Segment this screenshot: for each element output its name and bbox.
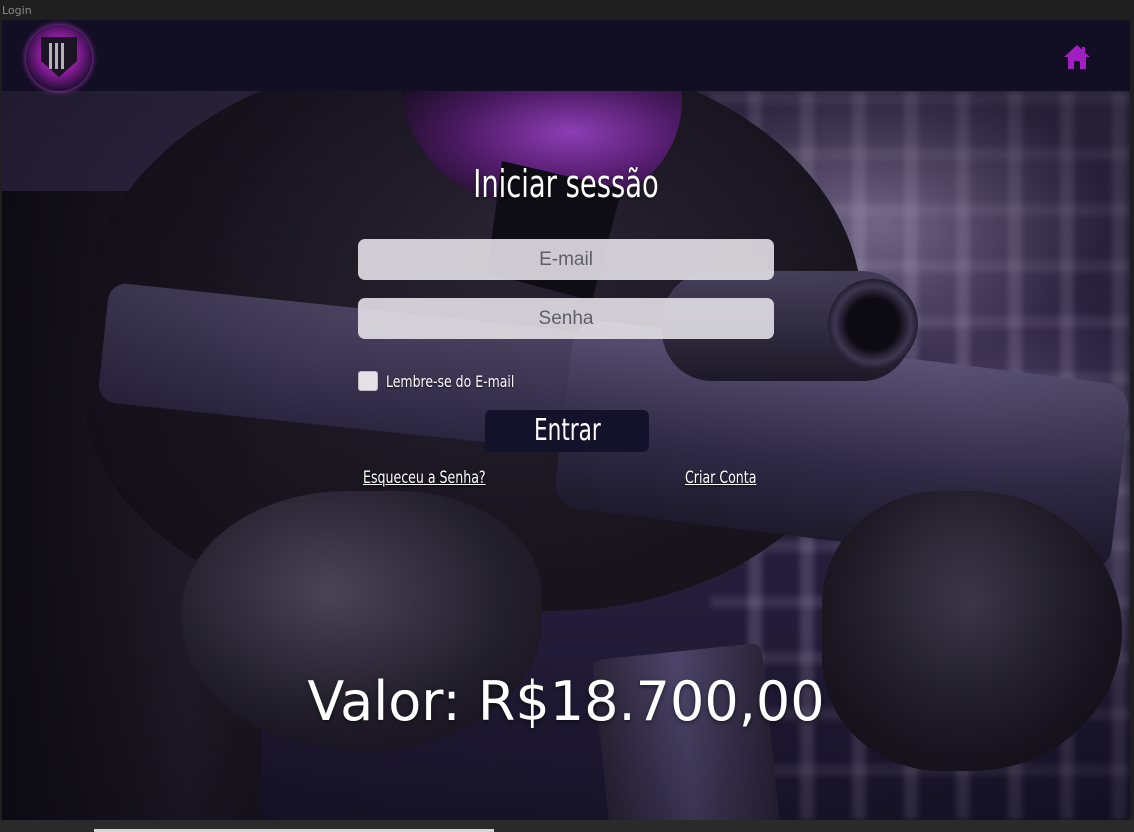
login-form: Iniciar sessão Lembre-se do E-mail Entra… bbox=[2, 20, 1130, 820]
price-label: Valor: R$18.700,00 bbox=[307, 670, 825, 733]
email-field[interactable] bbox=[358, 239, 774, 280]
forgot-password-link[interactable]: Esqueceu a Senha? bbox=[363, 468, 486, 488]
login-button-label: Entrar bbox=[533, 413, 601, 448]
remember-email-checkbox[interactable] bbox=[358, 371, 378, 391]
app-frame: Iniciar sessão Lembre-se do E-mail Entra… bbox=[2, 20, 1130, 820]
create-account-link[interactable]: Criar Conta bbox=[685, 468, 756, 488]
window-title: Login bbox=[0, 0, 1134, 20]
remember-email-toggle[interactable]: Lembre-se do E-mail bbox=[358, 370, 551, 392]
page-title: Iniciar sessão bbox=[473, 162, 659, 206]
bottom-scrollbar[interactable] bbox=[0, 820, 1134, 832]
remember-email-label: Lembre-se do E-mail bbox=[386, 371, 515, 391]
password-field[interactable] bbox=[358, 298, 774, 339]
login-button[interactable]: Entrar bbox=[485, 410, 649, 452]
